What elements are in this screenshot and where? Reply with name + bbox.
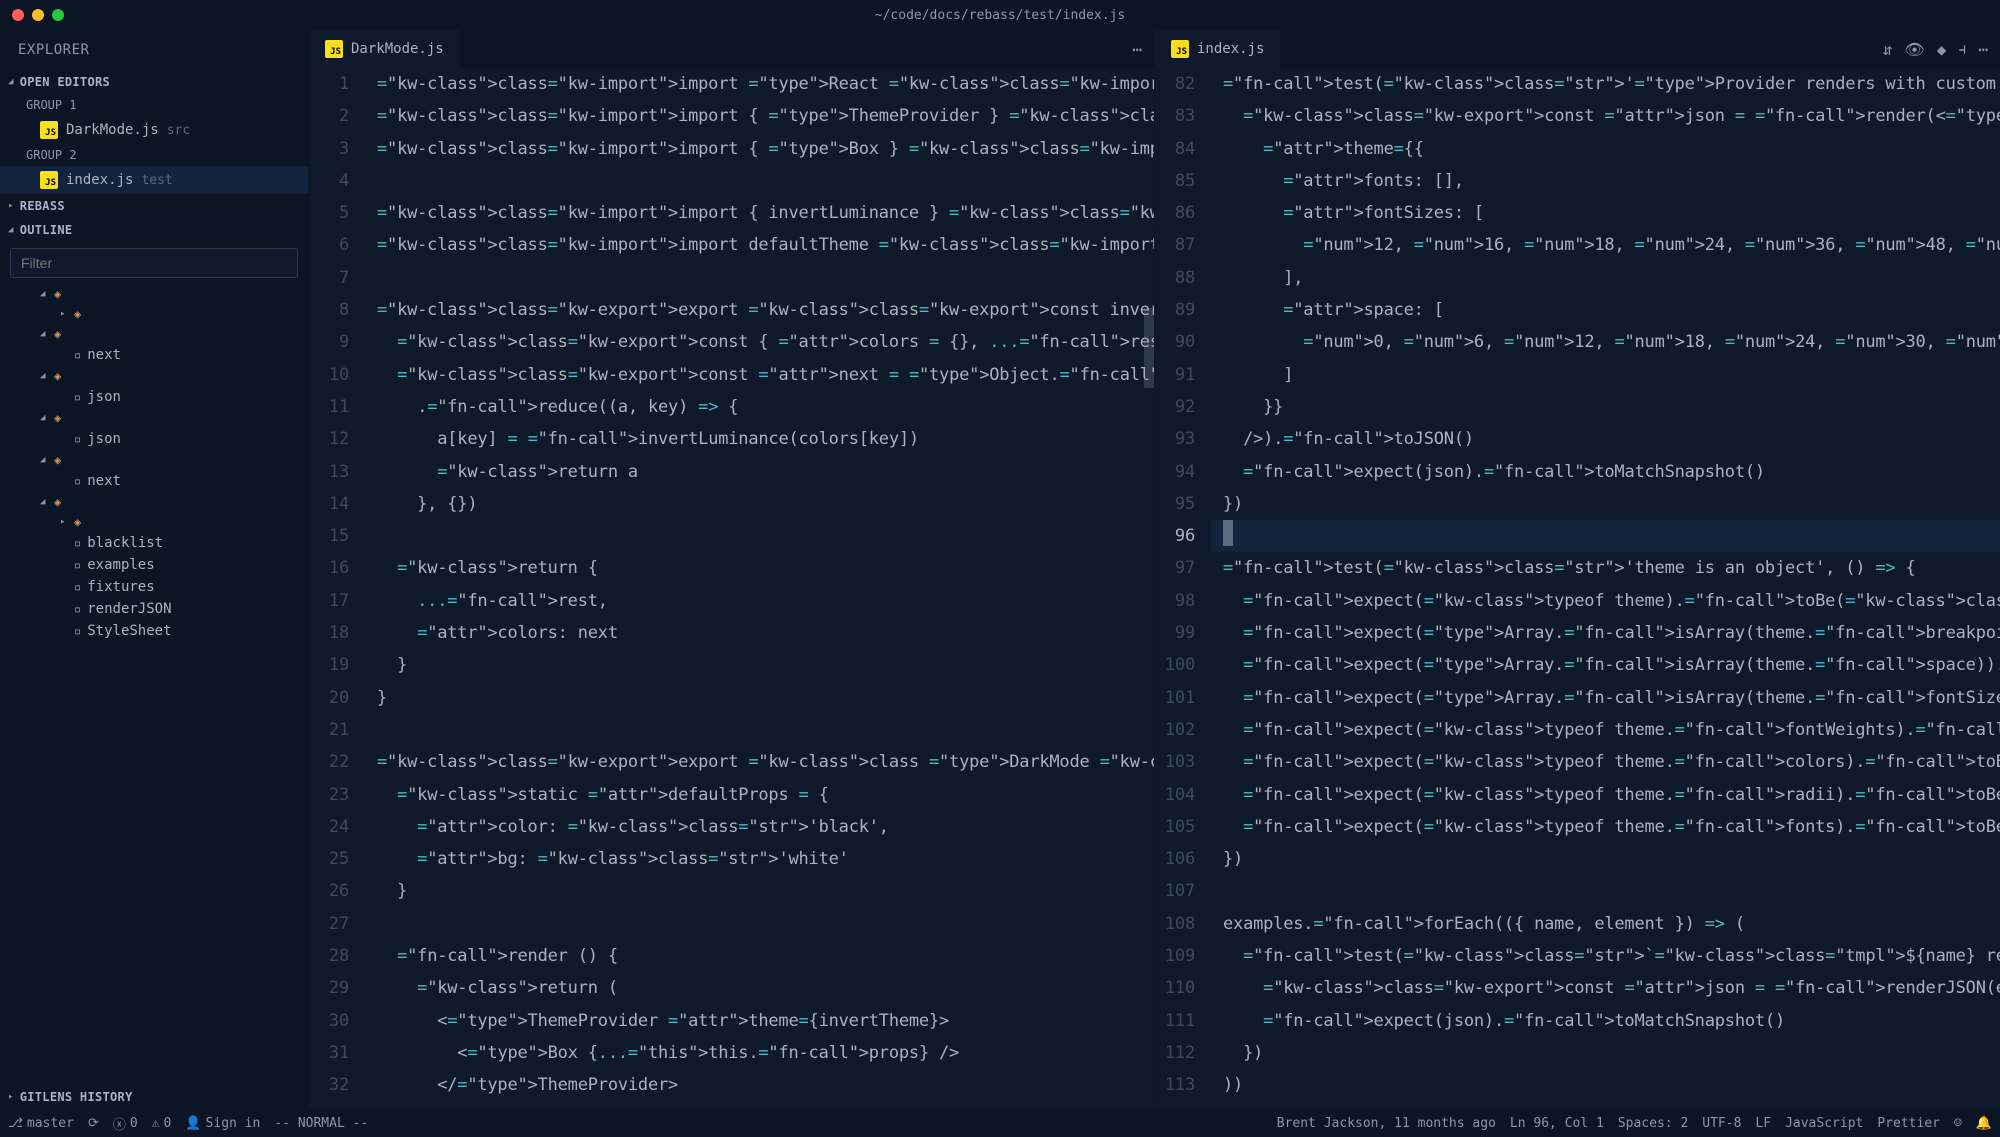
sync-icon[interactable]: ⟳ — [88, 1116, 99, 1131]
sign-in[interactable]: 👤 Sign in — [185, 1116, 260, 1131]
group-2-label: GROUP 2 — [0, 144, 308, 166]
warnings[interactable]: ⚠ 0 — [152, 1116, 172, 1131]
vim-mode: -- NORMAL -- — [274, 1116, 368, 1131]
outline-item[interactable]: ◢◈ — [0, 408, 308, 428]
errors[interactable]: ⓧ 0 — [113, 1114, 138, 1133]
group-1-label: GROUP 1 — [0, 94, 308, 116]
outline-item[interactable]: ▫next — [0, 470, 308, 492]
outline-item[interactable]: ▸◈ — [0, 304, 308, 324]
diff-icon[interactable]: ⇵ — [1883, 40, 1893, 59]
file-darkmode[interactable]: JS DarkMode.js src — [0, 116, 308, 144]
window-title: ~/code/docs/rebass/test/index.js — [875, 8, 1125, 23]
outline-item[interactable]: ▫json — [0, 386, 308, 408]
outline-item[interactable]: ▫renderJSON — [0, 598, 308, 620]
outline-item[interactable]: ▫blacklist — [0, 532, 308, 554]
rebass-header[interactable]: ▸REBASS — [0, 194, 308, 218]
encoding[interactable]: UTF-8 — [1702, 1116, 1741, 1131]
outline-item[interactable]: ◢◈ — [0, 366, 308, 386]
outline-item[interactable]: ▸◈ — [0, 512, 308, 532]
split-editor-icon[interactable]: ⫞ — [1958, 39, 1966, 59]
sidebar-title: EXPLORER — [0, 30, 308, 70]
outline-item[interactable]: ◢◈ — [0, 284, 308, 304]
window-minimize-button[interactable] — [32, 9, 44, 21]
indentation[interactable]: Spaces: 2 — [1618, 1116, 1688, 1131]
code-editor-right[interactable]: 8283848586878889909192939495969798991001… — [1155, 68, 2000, 1109]
outline-item[interactable]: ◢◈ — [0, 492, 308, 512]
javascript-icon: JS — [40, 121, 58, 139]
tab-index[interactable]: JS index.js — [1155, 30, 1281, 68]
feedback-icon[interactable]: ☺ — [1954, 1116, 1962, 1131]
file-index[interactable]: JS index.js test — [0, 166, 308, 194]
outline-item[interactable]: ▫StyleSheet — [0, 620, 308, 642]
tabbar-left: JS DarkMode.js ⋯ — [309, 30, 1154, 68]
editor-group-left: JS DarkMode.js ⋯ 12345678910111213141516… — [308, 30, 1154, 1109]
outline-item[interactable]: ▫fixtures — [0, 576, 308, 598]
window-maximize-button[interactable] — [52, 9, 64, 21]
tab-darkmode[interactable]: JS DarkMode.js — [309, 30, 461, 68]
sidebar: EXPLORER ◢OPEN EDITORS GROUP 1 JS DarkMo… — [0, 30, 308, 1109]
outline-item[interactable]: ▫examples — [0, 554, 308, 576]
javascript-icon: JS — [325, 40, 343, 58]
cursor-position[interactable]: Ln 96, Col 1 — [1510, 1116, 1604, 1131]
gitlens-history-header[interactable]: ▸GITLENS HISTORY — [0, 1085, 308, 1109]
git-branch[interactable]: ⎇ master — [8, 1116, 74, 1131]
prettier[interactable]: Prettier — [1877, 1116, 1940, 1131]
git-blame[interactable]: Brent Jackson, 11 months ago — [1277, 1116, 1496, 1131]
outline-item[interactable]: ▫next — [0, 344, 308, 366]
statusbar: ⎇ master ⟳ ⓧ 0 ⚠ 0 👤 Sign in -- NORMAL -… — [0, 1109, 2000, 1137]
git-compare-icon[interactable]: ◆ — [1937, 40, 1947, 59]
language-mode[interactable]: JavaScript — [1785, 1116, 1863, 1131]
javascript-icon: JS — [40, 171, 58, 189]
titlebar: ~/code/docs/rebass/test/index.js — [0, 0, 2000, 30]
javascript-icon: JS — [1171, 40, 1189, 58]
outline-header[interactable]: ◢OUTLINE — [0, 218, 308, 242]
outline-item[interactable]: ◢◈ — [0, 324, 308, 344]
editor-group-right: JS index.js ⇵ 👁 ◆ ⫞ ⋯ 828384858687888990… — [1154, 30, 2000, 1109]
preview-icon[interactable]: 👁 — [1904, 40, 1924, 59]
eol[interactable]: LF — [1755, 1116, 1771, 1131]
bell-icon[interactable]: 🔔 — [1976, 1116, 1992, 1131]
minimap-thumb[interactable] — [1144, 308, 1154, 388]
tab-overflow-icon[interactable]: ⋯ — [1978, 40, 1988, 59]
outline-filter-input[interactable] — [10, 248, 298, 278]
open-editors-header[interactable]: ◢OPEN EDITORS — [0, 70, 308, 94]
window-close-button[interactable] — [12, 9, 24, 21]
tabbar-right: JS index.js ⇵ 👁 ◆ ⫞ ⋯ — [1155, 30, 2000, 68]
outline-item[interactable]: ▫json — [0, 428, 308, 450]
outline-item[interactable]: ◢◈ — [0, 450, 308, 470]
tab-overflow-icon[interactable]: ⋯ — [1132, 40, 1142, 59]
code-editor-left[interactable]: 1234567891011121314151617181920212223242… — [309, 68, 1154, 1109]
